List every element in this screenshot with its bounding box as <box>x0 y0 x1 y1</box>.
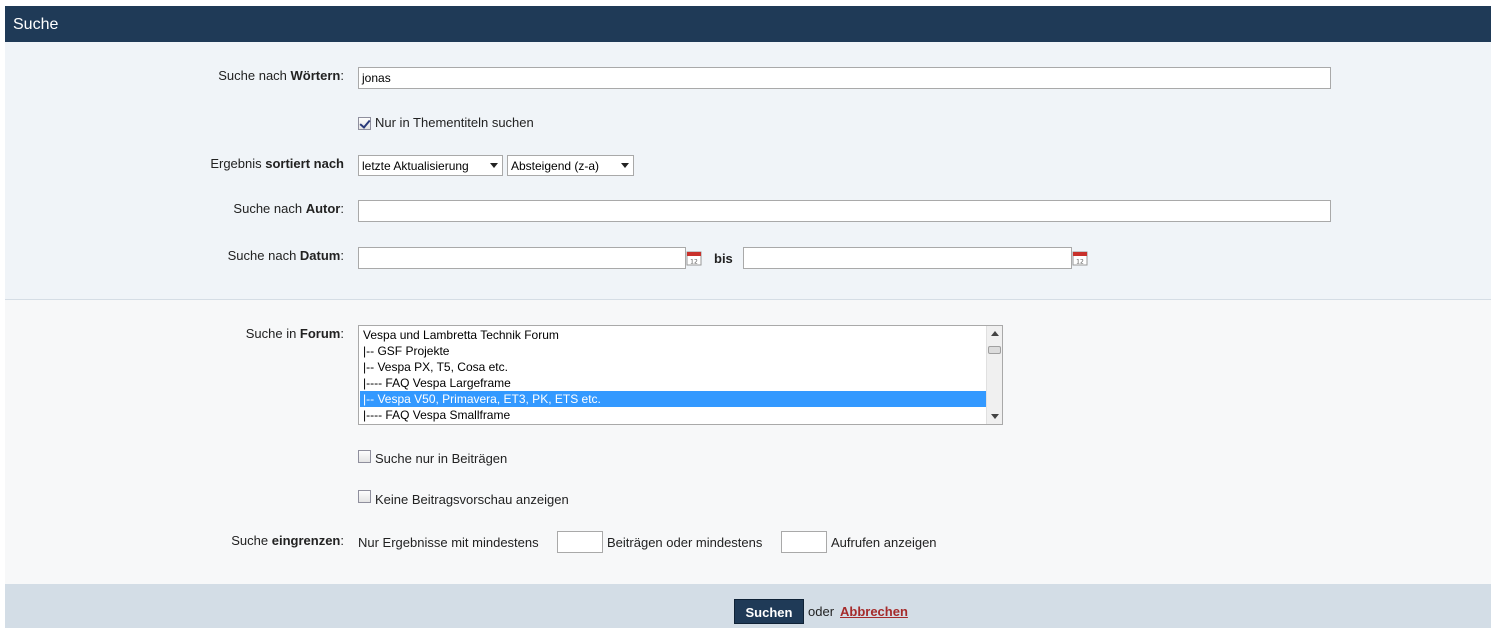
limit-label: Suche eingrenzen: <box>231 533 344 548</box>
date-to-input[interactable] <box>743 247 1072 269</box>
min-posts-input[interactable] <box>557 531 603 553</box>
forum-listbox[interactable]: Vespa und Lambretta Technik Forum |-- GS… <box>358 325 1003 425</box>
forum-label: Suche in Forum: <box>245 326 344 341</box>
forum-option[interactable]: Vespa und Lambretta Technik Forum <box>360 327 986 343</box>
chevron-down-icon <box>490 163 498 168</box>
date-from-input[interactable] <box>358 247 686 269</box>
words-input-value: jonas <box>362 71 391 85</box>
scroll-thumb[interactable] <box>988 346 1001 354</box>
forum-option[interactable]: |---- FAQ Vespa Smallframe <box>360 407 986 423</box>
svg-text:12: 12 <box>1076 259 1084 266</box>
date-label: Suche nach Datum: <box>227 248 344 263</box>
scroll-up-icon[interactable] <box>991 331 999 336</box>
calendar-icon[interactable]: 12 <box>686 250 702 266</box>
posts-only-checkbox[interactable] <box>358 450 371 463</box>
listbox-scrollbar[interactable] <box>986 326 1002 424</box>
sort-label: Ergebnis sortiert nach <box>210 156 344 171</box>
sort-by-select[interactable]: letzte Aktualisierung <box>358 155 503 176</box>
cancel-link[interactable]: Abbrechen <box>840 604 908 619</box>
scroll-down-icon[interactable] <box>991 414 999 419</box>
forum-option[interactable]: |-- GSF Projekte <box>360 343 986 359</box>
titles-only-checkbox[interactable] <box>358 117 371 130</box>
panel-header: Suche <box>5 6 1491 42</box>
or-text: oder <box>808 604 835 619</box>
forum-option[interactable]: |---- FAQ Vespa Largeframe <box>360 375 986 391</box>
limit-text-suffix: Aufrufen anzeigen <box>831 535 937 550</box>
sort-direction-select[interactable]: Absteigend (z-a) <box>507 155 634 176</box>
chevron-down-icon <box>621 163 629 168</box>
words-input[interactable]: jonas <box>358 67 1331 89</box>
author-input[interactable] <box>358 200 1331 222</box>
titles-only-label: Nur in Thementiteln suchen <box>375 115 534 130</box>
sort-direction-value: Absteigend (z-a) <box>511 159 600 173</box>
limit-text-min-posts: Nur Ergebnisse mit mindestens <box>358 535 539 550</box>
page-title: Suche <box>13 16 59 33</box>
svg-text:12: 12 <box>690 259 698 266</box>
date-to-label: bis <box>714 251 733 266</box>
search-panel: Suche Suche nach Wörtern: jonas Nur in T… <box>5 6 1491 628</box>
min-views-input[interactable] <box>781 531 827 553</box>
no-preview-checkbox[interactable] <box>358 490 371 503</box>
author-label: Suche nach Autor: <box>233 201 344 216</box>
posts-only-label: Suche nur in Beiträgen <box>375 451 508 466</box>
forum-option[interactable]: |-- Vespa PX, T5, Cosa etc. <box>360 359 986 375</box>
sort-by-value: letzte Aktualisierung <box>362 159 469 173</box>
calendar-icon[interactable]: 12 <box>1072 250 1088 266</box>
no-preview-label: Keine Beitragsvorschau anzeigen <box>375 492 569 507</box>
search-button[interactable]: Suchen <box>734 599 804 624</box>
words-label: Suche nach Wörtern: <box>218 68 344 83</box>
limit-text-min-views: Beiträgen oder mindestens <box>607 535 763 550</box>
forum-option-selected[interactable]: |-- Vespa V50, Primavera, ET3, PK, ETS e… <box>360 391 986 407</box>
